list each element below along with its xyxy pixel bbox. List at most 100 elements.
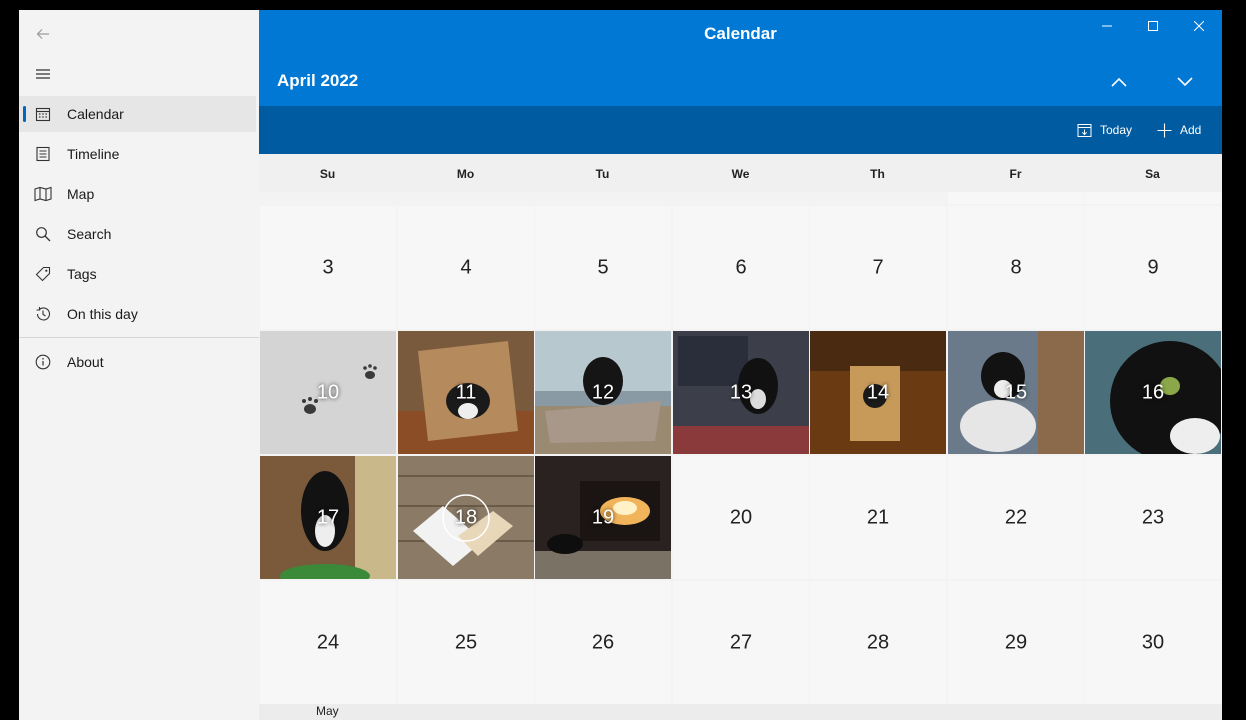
title-header: Calendar April 2022	[259, 10, 1222, 106]
close-button[interactable]	[1176, 10, 1222, 42]
sidebar-item-label: On this day	[67, 306, 138, 322]
weekday-label: Su	[319, 167, 336, 181]
day-cell[interactable]: 29	[948, 581, 1084, 704]
day-cell[interactable]: 22	[948, 456, 1084, 579]
search-icon	[33, 224, 53, 244]
day-cell[interactable]: 26	[535, 581, 671, 704]
day-number: 11	[455, 381, 477, 403]
day-cell-photo[interactable]: 11	[398, 331, 534, 454]
day-number: 21	[866, 506, 890, 528]
weekday-header: Su Mo Tu We Th Fr Sa	[259, 154, 1222, 192]
sidebar-item-label: Timeline	[67, 146, 120, 162]
today-icon	[1077, 123, 1092, 138]
day-cell[interactable]: 9	[1085, 206, 1221, 329]
day-cell-photo[interactable]: 12	[535, 331, 671, 454]
day-number: 16	[1141, 381, 1165, 403]
day-cell[interactable]: 8	[948, 206, 1084, 329]
day-cell-photo[interactable]: 15	[948, 331, 1084, 454]
day-cell[interactable]: 28	[810, 581, 946, 704]
sidebar-item-map[interactable]: Map	[19, 176, 256, 212]
day-number: 6	[735, 256, 747, 278]
day-cell[interactable]: 24	[260, 581, 396, 704]
tag-icon	[33, 264, 53, 284]
next-month-label: May	[316, 704, 339, 718]
sidebar-item-timeline[interactable]: Timeline	[19, 136, 256, 172]
sidebar-item-label: Map	[67, 186, 95, 202]
day-number: 13	[729, 381, 753, 403]
day-number: 26	[591, 631, 615, 653]
add-button[interactable]: Add	[1157, 118, 1201, 142]
day-number: 25	[454, 631, 478, 653]
day-cell[interactable]: 23	[1085, 456, 1221, 579]
previous-month-cell-strip	[948, 192, 1084, 204]
calendar-main: Calendar April 2022 Today Add Su Mo Tu W…	[259, 10, 1222, 720]
day-cell[interactable]: 27	[673, 581, 809, 704]
calendar-icon	[33, 104, 53, 124]
close-icon	[1194, 21, 1204, 31]
day-cell-photo[interactable]: 10	[260, 331, 396, 454]
day-cell[interactable]: 6	[673, 206, 809, 329]
day-number: 10	[316, 381, 340, 403]
day-number: 18	[454, 506, 478, 528]
sidebar-item-on-this-day[interactable]: On this day	[19, 296, 256, 332]
month-title: April 2022	[277, 71, 359, 90]
weekday-label: We	[731, 167, 750, 181]
minimize-icon	[1102, 25, 1112, 27]
sidebar-item-tags[interactable]: Tags	[19, 256, 256, 292]
day-number: 24	[316, 631, 340, 653]
today-button[interactable]: Today	[1077, 118, 1132, 142]
day-number: 19	[591, 506, 615, 528]
photos-app-window: Calendar Timeline Map Search Tags On thi…	[19, 10, 1222, 720]
sidebar-item-label: Tags	[67, 266, 97, 282]
sidebar-item-about[interactable]: About	[19, 344, 256, 380]
day-cell[interactable]: 7	[810, 206, 946, 329]
day-cell-photo[interactable]: 13	[673, 331, 809, 454]
add-label: Add	[1180, 123, 1202, 137]
day-number: 5	[597, 256, 609, 278]
day-number: 17	[316, 506, 340, 528]
day-number: 22	[1004, 506, 1028, 528]
day-cell-photo[interactable]: 16	[1085, 331, 1221, 454]
maximize-button[interactable]	[1130, 10, 1176, 42]
minimize-button[interactable]	[1084, 10, 1130, 42]
chevron-up-icon	[1111, 77, 1127, 87]
weekday-label: Fr	[1009, 167, 1022, 181]
back-button[interactable]	[29, 20, 57, 48]
weekday-label: Mo	[456, 167, 475, 181]
day-cell[interactable]: 20	[673, 456, 809, 579]
day-cell[interactable]: 3	[260, 206, 396, 329]
next-month-header: May	[259, 704, 1222, 720]
plus-icon	[1157, 123, 1172, 138]
day-cell[interactable]: 5	[535, 206, 671, 329]
day-number: 12	[591, 381, 615, 403]
sidebar-item-label: About	[67, 354, 104, 370]
next-month-button[interactable]	[1169, 68, 1201, 96]
sidebar-item-label: Search	[67, 226, 112, 242]
day-number: 15	[1004, 381, 1028, 403]
day-number: 27	[729, 631, 753, 653]
day-cell-photo[interactable]: 19	[535, 456, 671, 579]
previous-month-cell-strip	[1085, 192, 1221, 204]
day-cell[interactable]: 21	[810, 456, 946, 579]
sidebar-divider	[19, 337, 259, 338]
history-icon	[33, 304, 53, 324]
day-cell-photo[interactable]: 17	[260, 456, 396, 579]
day-cell-photo[interactable]: 14	[810, 331, 946, 454]
day-number: 20	[729, 506, 753, 528]
day-cell-photo[interactable]: 18	[398, 456, 534, 579]
day-cell[interactable]: 30	[1085, 581, 1221, 704]
day-number: 9	[1147, 256, 1159, 278]
hamburger-menu-button[interactable]	[29, 60, 57, 88]
previous-month-button[interactable]	[1103, 68, 1135, 96]
weekday-label: Tu	[595, 167, 610, 181]
day-cell[interactable]: 25	[398, 581, 534, 704]
sidebar-item-calendar[interactable]: Calendar	[19, 96, 256, 132]
day-cell[interactable]: 4	[398, 206, 534, 329]
command-bar: Today Add	[259, 106, 1222, 154]
today-label: Today	[1100, 123, 1133, 137]
chevron-down-icon	[1177, 77, 1193, 87]
day-number: 30	[1141, 631, 1165, 653]
day-number: 14	[866, 381, 890, 403]
hamburger-icon	[36, 69, 50, 79]
sidebar-item-search[interactable]: Search	[19, 216, 256, 252]
